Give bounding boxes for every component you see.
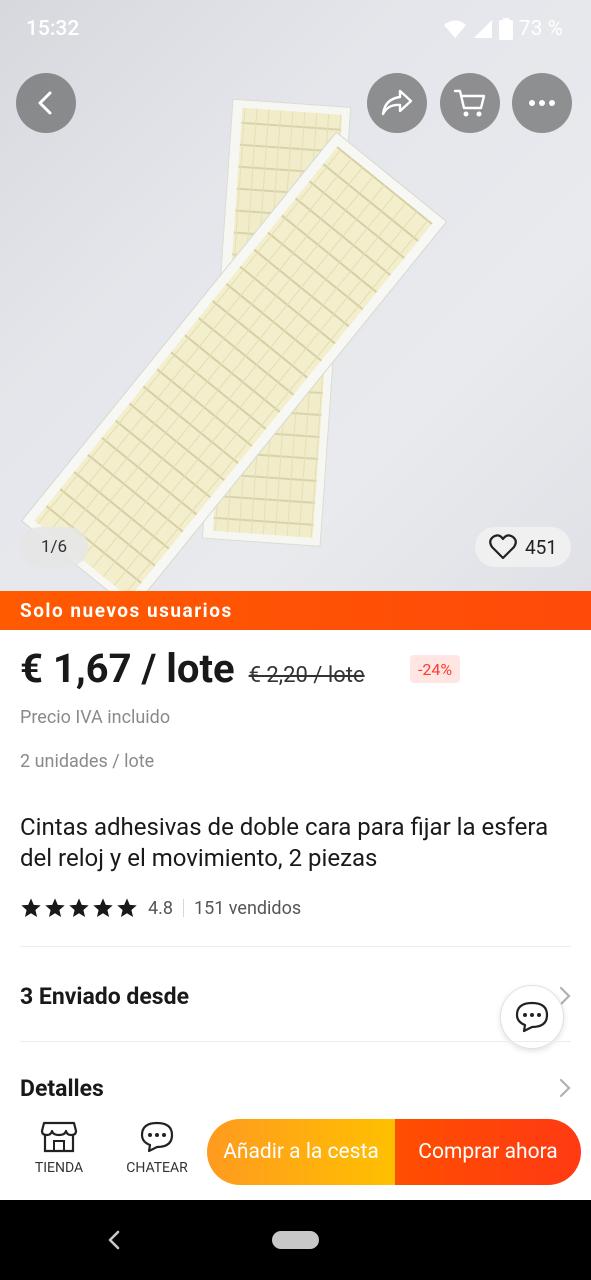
star-icon xyxy=(21,898,41,917)
chat-bubble-icon xyxy=(515,1001,549,1033)
price-row: € 1,67 / lote € 2,20 / lote xyxy=(20,645,365,692)
share-icon xyxy=(381,89,413,116)
system-navigation-bar xyxy=(0,1200,591,1280)
original-price: € 2,20 / lote xyxy=(248,663,365,688)
status-bar: 15:32 73 % xyxy=(0,0,591,60)
nav-home-pill[interactable] xyxy=(272,1231,319,1249)
status-icons: 73 % xyxy=(443,17,563,41)
store-label: TIENDA xyxy=(34,1160,84,1176)
add-to-cart-button[interactable]: Añadir a la cesta xyxy=(207,1119,395,1185)
rating-separator xyxy=(182,899,184,917)
chat-button[interactable]: CHATEAR xyxy=(120,1120,194,1176)
wishlist-count: 451 xyxy=(524,535,558,559)
details-row[interactable]: Detalles xyxy=(20,1068,571,1108)
floating-chat-button[interactable] xyxy=(500,985,564,1049)
chevron-right-icon xyxy=(559,1078,571,1098)
battery-icon xyxy=(498,18,513,40)
status-time: 15:32 xyxy=(26,17,80,41)
chat-label: CHATEAR xyxy=(126,1160,188,1176)
heart-icon xyxy=(489,534,517,560)
signal-icon xyxy=(473,20,492,38)
rating-row[interactable]: 4.8 151 vendidos xyxy=(20,895,301,921)
vat-note: Precio IVA incluido xyxy=(20,707,171,728)
star-rating xyxy=(20,897,138,919)
shipping-row[interactable]: 3 Enviado desde xyxy=(20,976,571,1016)
share-button[interactable] xyxy=(367,73,427,133)
store-button[interactable]: TIENDA xyxy=(30,1120,88,1176)
product-photo xyxy=(20,98,448,591)
cart-button[interactable] xyxy=(440,73,500,133)
chevron-left-icon xyxy=(38,91,52,115)
battery-percent: 73 % xyxy=(518,17,563,41)
product-title: Cintas adhesivas de doble cara para fija… xyxy=(20,813,549,872)
shipping-title: 3 Enviado desde xyxy=(20,982,189,1010)
discount-badge: -24% xyxy=(410,655,461,683)
image-counter: 1/6 xyxy=(20,527,88,567)
buy-now-button[interactable]: Comprar ahora xyxy=(395,1119,581,1185)
nav-back-icon[interactable] xyxy=(104,1228,124,1252)
bottom-action-bar: TIENDA CHATEAR Añadir a la cesta Comprar… xyxy=(0,1108,591,1200)
back-button[interactable] xyxy=(16,73,76,133)
star-icon xyxy=(69,898,89,917)
current-price: € 1,67 / lote xyxy=(20,645,235,692)
more-options-button[interactable] xyxy=(512,73,572,133)
sold-count: 151 vendidos xyxy=(193,897,302,919)
divider xyxy=(20,946,571,947)
star-icon xyxy=(93,898,113,917)
wishlist-button[interactable]: 451 xyxy=(475,527,571,567)
units-per-lot: 2 unidades / lote xyxy=(20,751,155,772)
more-dots-icon xyxy=(529,100,555,106)
product-image-gallery[interactable]: 15:32 73 % 1/6 451 xyxy=(0,0,591,591)
star-icon xyxy=(117,898,137,917)
store-icon xyxy=(40,1121,78,1153)
wifi-icon xyxy=(443,20,466,38)
cart-icon xyxy=(453,89,486,117)
chat-icon xyxy=(140,1121,174,1153)
rating-value: 4.8 xyxy=(148,897,173,919)
details-title: Detalles xyxy=(20,1074,104,1102)
new-users-banner: Solo nuevos usuarios xyxy=(0,591,591,630)
divider xyxy=(20,1041,571,1042)
star-icon xyxy=(45,898,65,917)
